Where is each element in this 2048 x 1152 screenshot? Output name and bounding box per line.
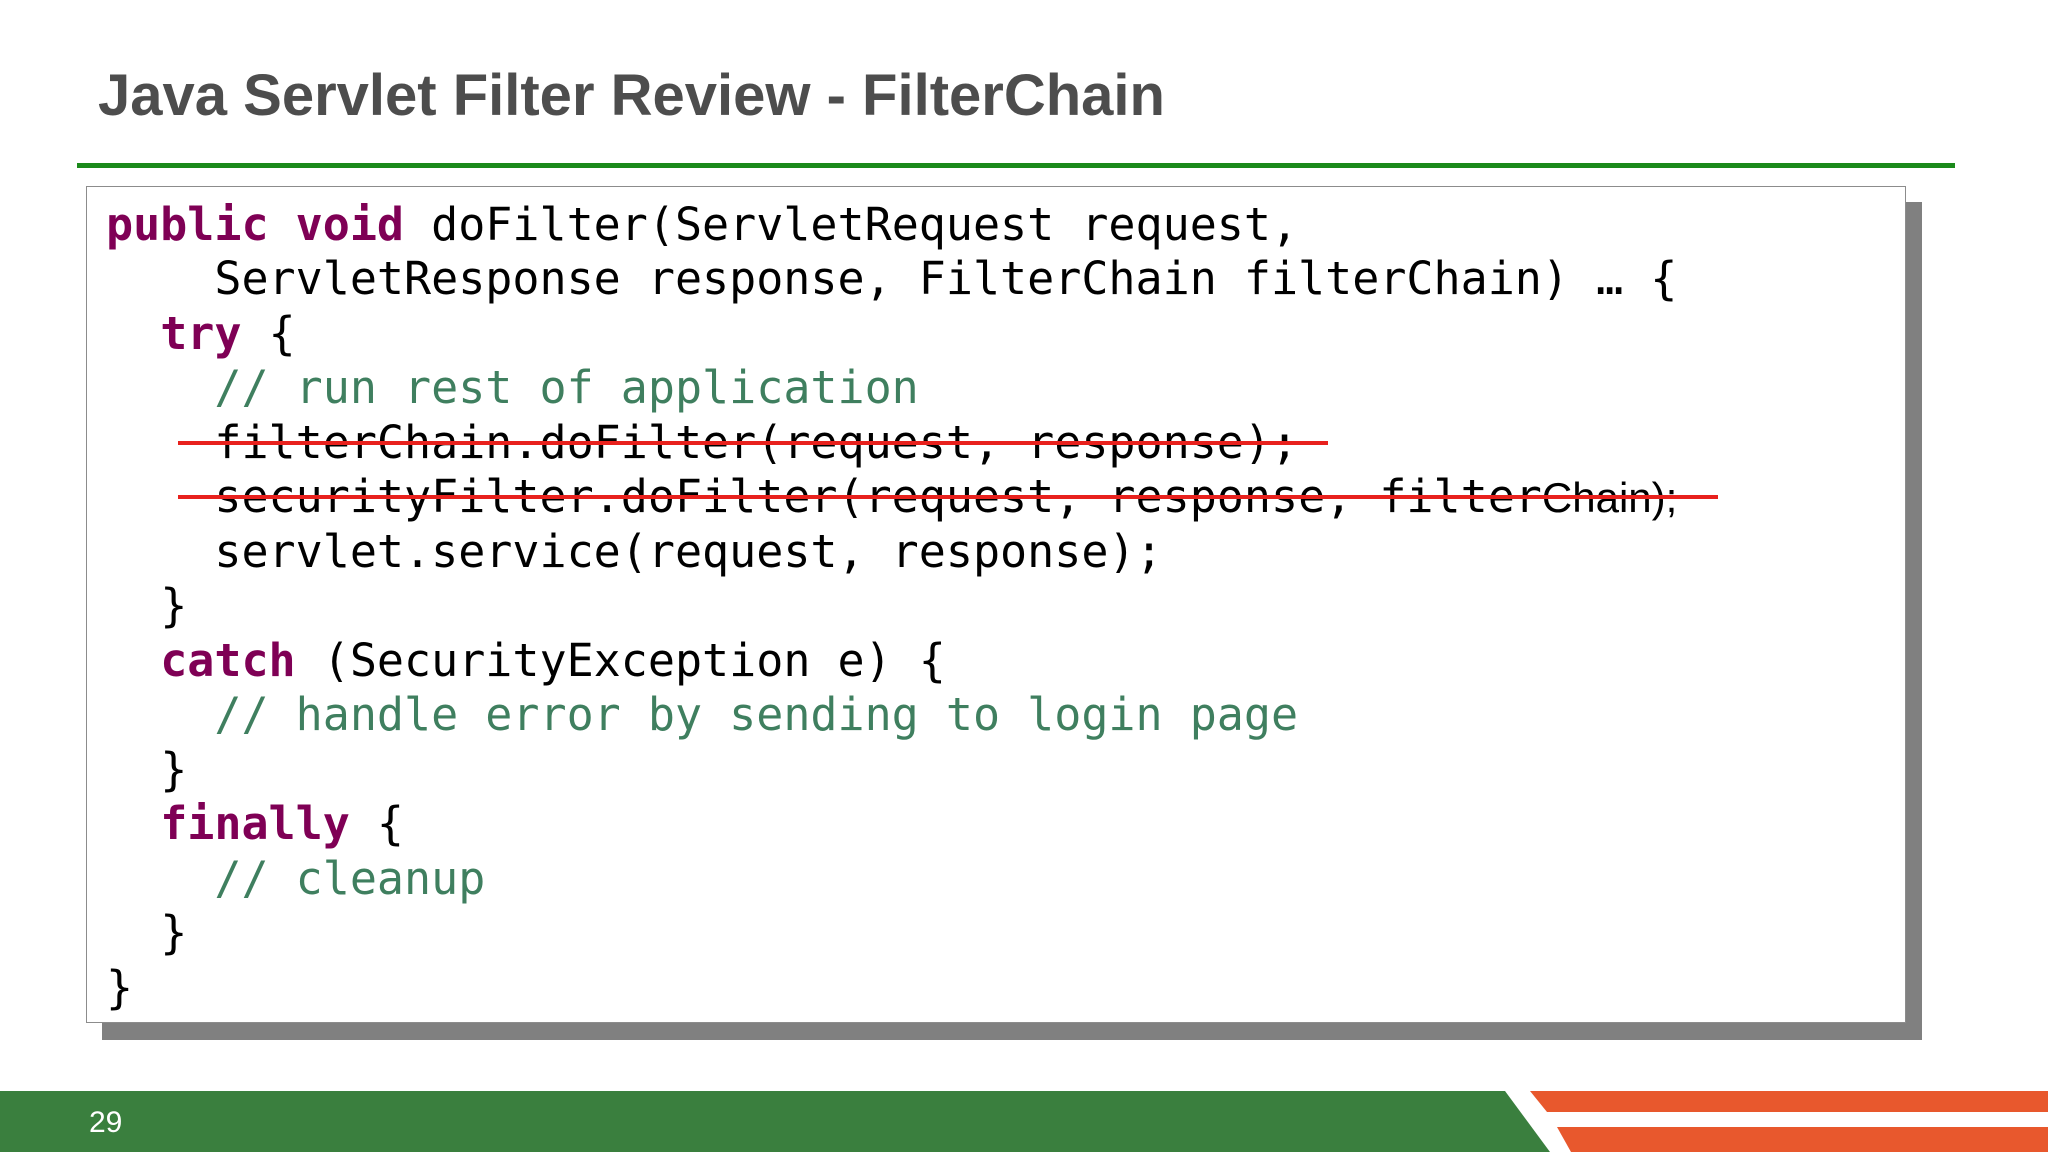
servlet-service-call: servlet.service(request, response);: [214, 525, 1163, 578]
method-signature-end: ServletResponse response, FilterChain fi…: [106, 252, 1678, 305]
title-divider: [77, 163, 1955, 168]
keyword-public: public: [106, 198, 269, 251]
code-line-3: try {: [106, 307, 296, 361]
keyword-finally: finally: [160, 797, 350, 850]
footer-orange-stripe-bottom: [1557, 1127, 2048, 1152]
catch-clause: (SecurityException e) {: [295, 634, 946, 687]
try-open-brace: {: [241, 307, 296, 360]
comment-cleanup: // cleanup: [214, 852, 486, 905]
footer-orange-stripe-top: [1530, 1091, 2048, 1112]
method-signature-start: doFilter(ServletRequest request,: [404, 198, 1299, 251]
code-line-8: }: [106, 579, 187, 633]
finally-open-brace: {: [349, 797, 405, 850]
code-line-12: finally {: [106, 797, 404, 851]
catch-close-brace: }: [160, 743, 188, 796]
keyword-void: void: [295, 198, 405, 251]
keyword-catch: catch: [160, 634, 296, 687]
code-line-15: }: [106, 961, 133, 1015]
strikethrough-line-1: [178, 441, 1328, 445]
comment-run-rest: // run rest of application: [214, 361, 919, 414]
code-line-11: }: [106, 743, 187, 797]
try-close-brace: }: [160, 579, 188, 632]
code-line-10: // handle error by sending to login page: [106, 688, 1298, 742]
slide-title: Java Servlet Filter Review - FilterChain: [98, 63, 1165, 128]
code-line-13: // cleanup: [106, 852, 485, 906]
code-line-4: // run rest of application: [106, 361, 919, 415]
footer-stripes-logo: [1505, 1091, 2048, 1152]
code-line-7: servlet.service(request, response);: [106, 525, 1163, 579]
finally-close-brace: }: [160, 906, 188, 959]
code-line-1: public void doFilter(ServletRequest requ…: [106, 198, 1298, 252]
comment-handle-error: // handle error by sending to login page: [214, 688, 1299, 741]
method-close-brace: }: [106, 961, 134, 1014]
strikethrough-line-2: [178, 495, 1718, 499]
keyword-try: try: [160, 307, 242, 360]
page-number: 29: [89, 1106, 123, 1139]
code-line-14: }: [106, 906, 187, 960]
code-line-9: catch (SecurityException e) {: [106, 634, 946, 688]
code-line-2: ServletResponse response, FilterChain fi…: [106, 252, 1677, 306]
